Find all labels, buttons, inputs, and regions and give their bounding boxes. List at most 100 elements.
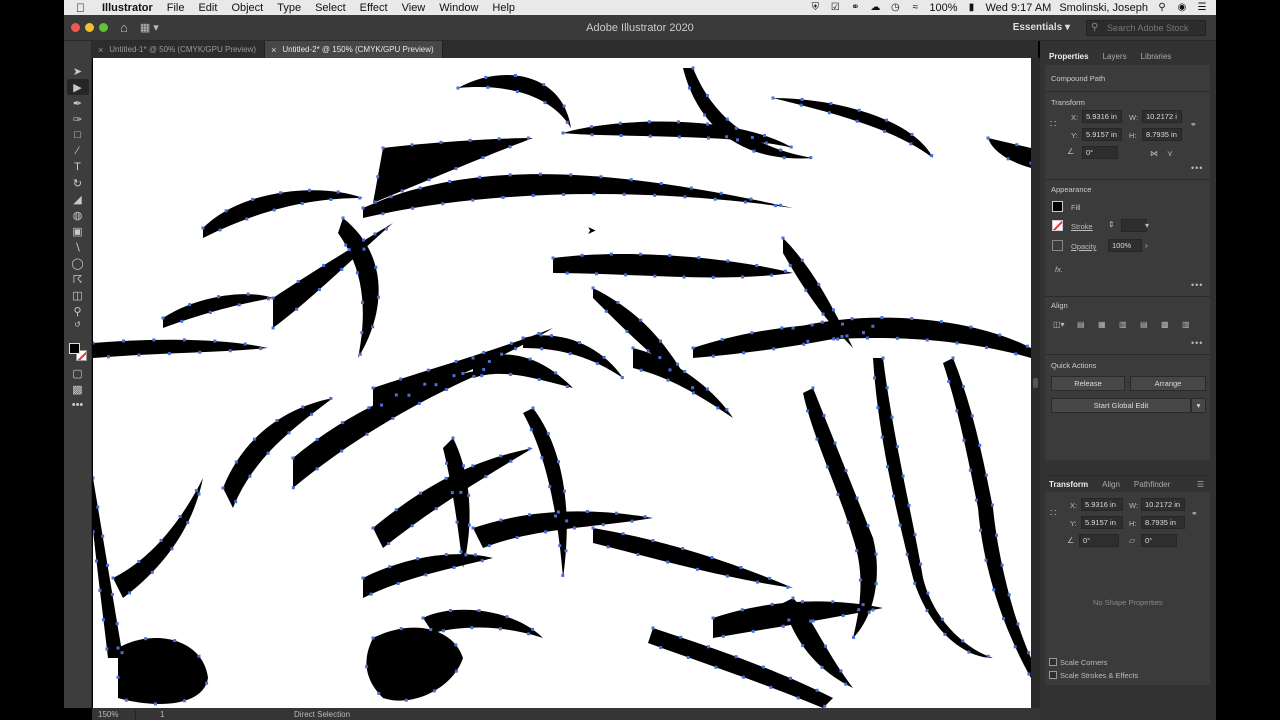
anchor-point[interactable] <box>558 544 562 548</box>
anchor-point[interactable] <box>426 368 430 372</box>
y-field[interactable]: 5.9157 in <box>1082 128 1122 141</box>
anchor-point[interactable] <box>336 190 340 194</box>
anchor-point[interactable] <box>998 333 1002 337</box>
anchor-point[interactable] <box>380 403 384 407</box>
anchor-point[interactable] <box>373 200 377 204</box>
anchor-point[interactable] <box>831 308 835 312</box>
anchor-point[interactable] <box>548 485 552 489</box>
stroke-color-swatch[interactable] <box>1052 220 1063 231</box>
anchor-point[interactable] <box>484 475 488 479</box>
anchor-point[interactable] <box>602 355 606 359</box>
anchor-point[interactable] <box>846 520 850 524</box>
anchor-point[interactable] <box>186 521 190 525</box>
anchor-point[interactable] <box>705 387 709 391</box>
anchor-point[interactable] <box>271 296 275 300</box>
anchor-point[interactable] <box>441 629 445 633</box>
anchor-point[interactable] <box>396 581 400 585</box>
global-edit-options-button[interactable]: ▾ <box>1191 398 1206 413</box>
anchor-point[interactable] <box>381 146 385 150</box>
anchor-point[interactable] <box>497 137 501 141</box>
anchor-point[interactable] <box>681 547 685 551</box>
close-icon[interactable]: × <box>98 45 103 55</box>
anchor-point[interactable] <box>833 441 837 445</box>
fx-icon[interactable]: fx. <box>1055 265 1063 274</box>
anchor-point[interactable] <box>557 460 561 464</box>
anchor-point[interactable] <box>467 523 471 527</box>
shape-builder-tool-icon[interactable]: ◍ <box>67 207 89 223</box>
anchor-point[interactable] <box>509 341 513 345</box>
anchor-point[interactable] <box>371 325 375 329</box>
anchor-point[interactable] <box>371 526 375 530</box>
anchor-point[interactable] <box>137 559 141 563</box>
anchor-point[interactable] <box>800 258 804 262</box>
anchor-point[interactable] <box>101 618 105 622</box>
anchor-point[interactable] <box>365 432 369 436</box>
anchor-point[interactable] <box>291 486 295 490</box>
anchor-point[interactable] <box>885 118 889 122</box>
anchor-point[interactable] <box>182 699 186 703</box>
anchor-point[interactable] <box>565 385 569 389</box>
anchor-point[interactable] <box>482 367 486 371</box>
anchor-point[interactable] <box>487 359 491 363</box>
anchor-point[interactable] <box>820 320 824 324</box>
scrollbar-thumb[interactable] <box>1033 378 1038 388</box>
anchor-point[interactable] <box>115 622 119 626</box>
anchor-point[interactable] <box>653 193 657 197</box>
align-to-icon[interactable]: ◫▾ <box>1053 320 1065 329</box>
anchor-point[interactable] <box>631 346 635 350</box>
anchor-point[interactable] <box>96 505 100 509</box>
anchor-point[interactable] <box>659 646 663 650</box>
anchor-point[interactable] <box>452 565 456 569</box>
anchor-point[interactable] <box>543 101 547 105</box>
anchor-point[interactable] <box>892 494 896 498</box>
constrain-proportions-icon[interactable]: ⚭ <box>1190 120 1197 129</box>
anchor-point[interactable] <box>448 180 452 184</box>
anchor-point[interactable] <box>855 119 859 123</box>
anchor-point[interactable] <box>194 488 198 492</box>
anchor-point[interactable] <box>461 371 465 375</box>
anchor-point[interactable] <box>167 352 171 356</box>
anchor-point[interactable] <box>925 609 929 613</box>
anchor-point[interactable] <box>93 476 95 480</box>
anchor-point[interactable] <box>418 186 422 190</box>
anchor-point[interactable] <box>910 317 914 321</box>
anchor-point[interactable] <box>410 524 414 528</box>
anchor-point[interactable] <box>831 600 835 604</box>
anchor-point[interactable] <box>527 632 531 636</box>
anchor-point[interactable] <box>827 111 831 115</box>
anchor-point[interactable] <box>984 473 988 477</box>
anchor-point[interactable] <box>734 126 738 130</box>
vertical-scrollbar[interactable] <box>1031 58 1040 708</box>
anchor-point[interactable] <box>962 438 966 442</box>
anchor-point[interactable] <box>725 408 729 412</box>
anchor-point[interactable] <box>404 698 408 702</box>
x-field[interactable]: 5.9316 in <box>1082 110 1122 123</box>
chevron-down-icon[interactable]: ▾ <box>1145 221 1149 230</box>
anchor-point[interactable] <box>658 356 662 360</box>
anchor-point[interactable] <box>266 297 270 301</box>
anchor-point[interactable] <box>427 178 431 182</box>
anchor-point[interactable] <box>565 120 569 124</box>
release-button[interactable]: Release <box>1051 376 1125 391</box>
anchor-point[interactable] <box>271 326 275 330</box>
anchor-point[interactable] <box>898 523 902 527</box>
anchor-point[interactable] <box>750 331 754 335</box>
anchor-point[interactable] <box>468 138 472 142</box>
anchor-point[interactable] <box>561 131 565 135</box>
anchor-point[interactable] <box>796 696 800 700</box>
anchor-point[interactable] <box>788 263 792 267</box>
anchor-point[interactable] <box>562 489 566 493</box>
anchor-point[interactable] <box>486 85 490 89</box>
zoom-tool-icon[interactable]: ⚲ <box>67 303 89 319</box>
tab-properties[interactable]: Properties <box>1049 52 1089 61</box>
flip-vertical-icon[interactable]: ⋎ <box>1167 149 1173 158</box>
anchor-point[interactable] <box>421 616 425 620</box>
anchor-point[interactable] <box>499 454 503 458</box>
anchor-point[interactable] <box>394 508 398 512</box>
anchor-point[interactable] <box>606 545 610 549</box>
anchor-point[interactable] <box>444 553 448 557</box>
anchor-point[interactable] <box>544 530 548 534</box>
anchor-point[interactable] <box>441 202 445 206</box>
anchor-point[interactable] <box>825 465 829 469</box>
anchor-point[interactable] <box>800 97 804 101</box>
